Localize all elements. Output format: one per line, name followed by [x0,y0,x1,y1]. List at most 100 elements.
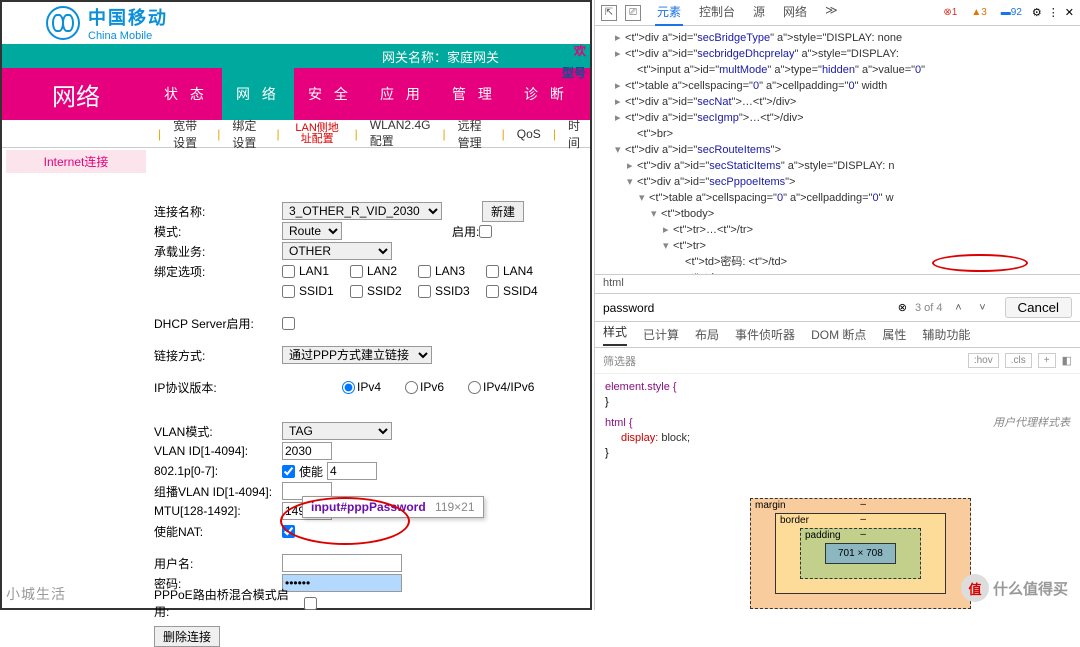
link-select[interactable]: 通过PPP方式建立链接 [282,346,432,364]
menu-icon[interactable]: ⋮ [1048,6,1059,19]
nat-checkbox[interactable] [282,525,295,538]
mode-select[interactable]: Route [282,222,342,240]
delete-button[interactable]: 删除连接 [154,626,220,647]
watermark-text: 小城生活 [6,584,66,604]
tab-computed[interactable]: 已计算 [643,326,679,343]
dhcp-checkbox[interactable] [282,317,295,330]
devtools-toolbar: ⇱ ⎚ 元素 控制台 源 网络 ≫ ⊗1 ▲3 ▬92 ⚙ ⋮ ✕ [595,0,1080,26]
tab-listeners[interactable]: 事件侦听器 [735,326,795,343]
subnav-lan[interactable]: LAN侧地址配置 [286,123,349,145]
subnav-broadband[interactable]: 宽带设置 [167,117,211,151]
cls-toggle[interactable]: .cls [1005,353,1032,368]
subnav-qos[interactable]: QoS [511,127,547,141]
warn-badge[interactable]: ▲3 [967,7,990,18]
tab-network[interactable]: 网络 [781,0,809,26]
ssid1-checkbox[interactable] [282,285,295,298]
error-badge[interactable]: ⊗1 [939,7,961,18]
search-cancel-button[interactable]: Cancel [1005,297,1073,318]
nav-network[interactable]: 网 络 [222,68,294,120]
ipv4ipv6-radio[interactable] [468,381,481,394]
tab-styles[interactable]: 样式 [603,323,627,346]
inspect-icon[interactable]: ⇱ [601,5,617,21]
gateway-name-label: 网关名称： [382,47,447,66]
p8021-enable-checkbox[interactable] [282,465,295,478]
lan1-checkbox[interactable] [282,265,295,278]
add-rule-icon[interactable]: + [1038,353,1056,368]
breadcrumb[interactable]: html [595,274,1080,294]
subnav-remote[interactable]: 远程管理 [452,117,496,151]
logo-text-en: China Mobile [88,30,168,42]
subnav-time[interactable]: 时间 [562,117,590,151]
main-nav: 网络 状 态 网 络 安 全 应 用 管 理 诊 断 [2,68,590,120]
service-select[interactable]: OTHER [282,242,392,260]
p8021-input[interactable] [327,462,377,480]
sidebar-internet[interactable]: Internet连接 [6,150,146,174]
tab-console[interactable]: 控制台 [697,0,737,26]
tab-elements[interactable]: 元素 [655,0,683,26]
lan3-checkbox[interactable] [418,265,431,278]
new-button[interactable]: 新建 [482,201,524,222]
ssid3-checkbox[interactable] [418,285,431,298]
nav-security[interactable]: 安 全 [294,68,366,120]
filter-bar: 筛选器 :hov .cls + ◧ [595,348,1080,374]
tab-sources[interactable]: 源 [751,0,767,26]
mvlan-label: 组播VLAN ID[1-4094]: [154,483,282,500]
mode-label: 模式: [154,223,282,240]
ssid2-checkbox[interactable] [350,285,363,298]
dom-tree[interactable]: ▸<t">div a">id="secBridgeType" a">style=… [595,26,1080,274]
vlanmode-select[interactable]: TAG [282,422,392,440]
dhcp-label: DHCP Server启用: [154,315,282,332]
nav-application[interactable]: 应 用 [366,68,438,120]
model-label: 型号 [562,64,586,81]
username-input[interactable] [282,554,402,572]
lan4-checkbox[interactable] [486,265,499,278]
welcome-text: 欢 [574,42,586,59]
pppoe-bridge-checkbox[interactable] [304,597,317,610]
search-input[interactable] [603,301,890,315]
info-badge[interactable]: ▬92 [997,7,1026,18]
subnav-binding[interactable]: 绑定设置 [226,117,270,151]
tab-props[interactable]: 属性 [882,326,906,343]
search-bar: ⊗ 3 of 4 ˄ ˅ Cancel [595,294,1080,322]
settings-icon[interactable]: ⚙ [1032,6,1042,19]
search-clear-icon[interactable]: ⊗ [898,301,907,314]
vlanid-input[interactable] [282,442,332,460]
subnav-wlan[interactable]: WLAN2.4G配置 [364,118,437,149]
ipv4-radio[interactable] [342,381,355,394]
nat-label: 使能NAT: [154,523,282,540]
tab-dombp[interactable]: DOM 断点 [811,326,866,343]
sub-nav: |宽带设置 |绑定设置 |LAN侧地址配置 |WLAN2.4G配置 |远程管理 … [2,120,590,148]
gateway-name: 家庭网关 [447,47,499,66]
mtu-label: MTU[128-1492]: [154,504,282,518]
nav-management[interactable]: 管 理 [438,68,510,120]
inspector-tooltip: input#pppPassword 119×21 [302,496,484,518]
conn-name-label: 连接名称: [154,203,282,220]
hov-toggle[interactable]: :hov [968,353,999,368]
nav-status[interactable]: 状 态 [150,68,222,120]
tooltip-selector: input#pppPassword [311,500,426,514]
conn-name-select[interactable]: 3_OTHER_R_VID_2030 [282,202,442,220]
lan2-checkbox[interactable] [350,265,363,278]
logo-bar: 中国移动 China Mobile [2,2,590,44]
enable-checkbox[interactable] [479,225,492,238]
nav-current: 网络 [2,68,150,120]
search-count: 3 of 4 [915,302,943,314]
ssid4-checkbox[interactable] [486,285,499,298]
close-icon[interactable]: ✕ [1065,6,1074,19]
device-icon[interactable]: ⎚ [625,5,641,21]
china-mobile-logo-icon [46,6,80,40]
logo-text-cn: 中国移动 [88,4,168,30]
filter-label[interactable]: 筛选器 [603,353,636,369]
p8021-label: 802.1p[0-7]: [154,464,282,478]
box-model-diagram: margin– border– padding– 701 × 708 [750,498,971,609]
tab-more-icon[interactable]: ≫ [823,0,840,26]
sidebar-toggle-icon[interactable]: ◧ [1062,354,1072,367]
smzdm-badge-icon: 值 [961,574,989,602]
search-next-icon[interactable]: ˅ [975,302,991,314]
css-rules[interactable]: element.style { } html {用户代理样式表 display:… [595,374,1080,467]
vlanmode-label: VLAN模式: [154,423,282,440]
ipv6-radio[interactable] [405,381,418,394]
tab-layout[interactable]: 布局 [695,326,719,343]
search-prev-icon[interactable]: ˄ [951,302,967,314]
tab-a11y[interactable]: 辅助功能 [922,326,970,343]
